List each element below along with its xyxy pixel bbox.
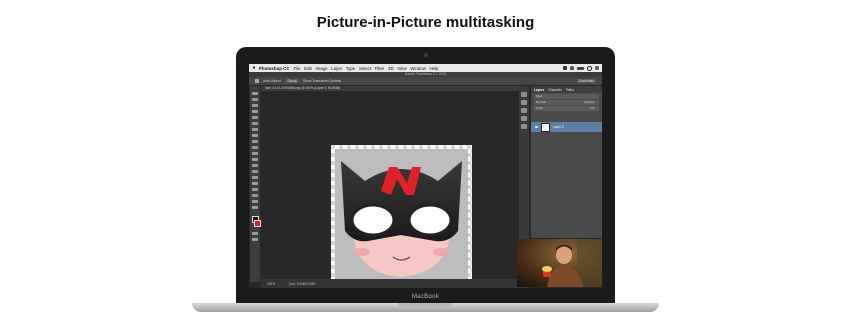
stamp-tool[interactable]	[252, 140, 258, 143]
mac-menubar: ● Photoshop CC File Edit Image Layer Typ…	[249, 64, 602, 72]
menu-3d[interactable]: 3D	[388, 66, 394, 71]
brush-tool[interactable]	[252, 134, 258, 137]
camera-icon	[424, 53, 428, 57]
menu-edit[interactable]: Edit	[304, 66, 312, 71]
hand-tool[interactable]	[252, 200, 258, 203]
doc-size: Doc: 3.00M/3.00M	[289, 281, 316, 286]
laptop-brand: MacBook	[411, 294, 440, 300]
adjustments-panel-icon[interactable]	[521, 124, 527, 129]
show-transform-checkbox[interactable]: Show Transform Controls	[303, 79, 341, 83]
layers-panel-tabs: Layers Channels Paths	[531, 86, 602, 93]
history-brush-tool[interactable]	[252, 146, 258, 149]
mask-artwork	[331, 145, 472, 288]
wifi-icon[interactable]	[570, 66, 574, 70]
move-tool[interactable]	[252, 92, 258, 95]
options-bar: Auto-Select: Group Show Transform Contro…	[249, 77, 602, 85]
shape-tool[interactable]	[252, 194, 258, 197]
status-icons	[563, 65, 602, 71]
auto-select-checkbox[interactable]: Auto-Select:	[263, 79, 281, 83]
picture-in-picture-video[interactable]	[517, 239, 602, 287]
layer-name[interactable]: Layer 0	[553, 125, 564, 129]
lock-row[interactable]: Lock: Fill:	[534, 106, 599, 111]
path-select-tool[interactable]	[252, 188, 258, 191]
battery-icon[interactable]	[577, 66, 584, 70]
list-icon[interactable]	[595, 66, 599, 70]
properties-panel-icon[interactable]	[521, 100, 527, 105]
layer-row-layer-0[interactable]: Layer 0	[531, 122, 602, 132]
menu-layer[interactable]: Layer	[331, 66, 342, 71]
menu-view[interactable]: View	[397, 66, 406, 71]
quick-select-tool[interactable]	[252, 110, 258, 113]
background-color-swatch[interactable]	[254, 220, 261, 227]
pip-video-frame	[517, 239, 602, 287]
canvas-area[interactable]	[261, 91, 519, 288]
font-icon[interactable]	[563, 66, 567, 70]
menu-app-name[interactable]: Photoshop CC	[259, 66, 290, 71]
zoom-level[interactable]: 100%	[267, 282, 275, 286]
tools-panel	[250, 86, 261, 282]
dodge-tool[interactable]	[252, 170, 258, 173]
essentials-select[interactable]: Essentials	[576, 79, 596, 83]
laptop-notch	[398, 303, 453, 307]
group-select[interactable]: Group	[285, 79, 299, 83]
fill-label: Fill:	[590, 106, 595, 110]
swatches-panel-icon[interactable]	[521, 116, 527, 121]
menu-select[interactable]: Select	[359, 66, 371, 71]
tab-paths[interactable]: Paths	[566, 88, 574, 92]
eraser-tool[interactable]	[252, 152, 258, 155]
right-eye	[407, 203, 453, 237]
layer-thumbnail	[541, 122, 550, 132]
tab-layers[interactable]: Layers	[534, 88, 544, 92]
blend-mode-value: Normal	[536, 100, 546, 104]
quick-mask-tool[interactable]	[252, 232, 258, 235]
lock-label: Lock:	[536, 106, 544, 110]
blend-mode-select[interactable]: Normal Opacity:	[534, 100, 599, 105]
menu-file[interactable]: File	[294, 66, 301, 71]
move-tool-icon[interactable]	[255, 79, 259, 83]
menu-type[interactable]: Type	[346, 66, 356, 71]
tab-channels[interactable]: Channels	[548, 88, 561, 92]
marquee-tool[interactable]	[252, 98, 258, 101]
laptop-screen: ● Photoshop CC File Edit Image Layer Typ…	[249, 64, 602, 288]
layers-panel: Layers Channels Paths Kind Normal Opacit…	[531, 86, 602, 238]
menu-image[interactable]: Image	[315, 66, 327, 71]
menu-filter[interactable]: Filter	[375, 66, 385, 71]
apple-icon[interactable]: ●	[249, 65, 259, 71]
search-icon[interactable]	[587, 65, 592, 71]
eye-icon[interactable]	[535, 126, 538, 128]
left-eye	[350, 203, 396, 237]
pen-tool[interactable]	[252, 176, 258, 179]
color-panel-icon[interactable]	[521, 108, 527, 113]
lasso-tool[interactable]	[252, 104, 258, 107]
crop-tool[interactable]	[252, 116, 258, 119]
history-panel-icon[interactable]	[521, 92, 527, 97]
status-bar: 100% Doc: 3.00M/3.00M	[261, 279, 519, 288]
screen-mode-tool[interactable]	[252, 238, 258, 241]
layer-filter-kind[interactable]: Kind	[534, 94, 599, 99]
zoom-tool[interactable]	[252, 206, 258, 209]
menu-window[interactable]: Window	[410, 66, 426, 71]
page-title: Picture-in-Picture multitasking	[316, 14, 535, 31]
opacity-label: Opacity:	[583, 100, 595, 104]
menu-help[interactable]: Help	[429, 66, 438, 71]
eyedropper-tool[interactable]	[252, 122, 258, 125]
type-tool[interactable]	[252, 182, 258, 185]
gradient-tool[interactable]	[252, 158, 258, 161]
healing-tool[interactable]	[252, 128, 258, 131]
blur-tool[interactable]	[252, 164, 258, 167]
